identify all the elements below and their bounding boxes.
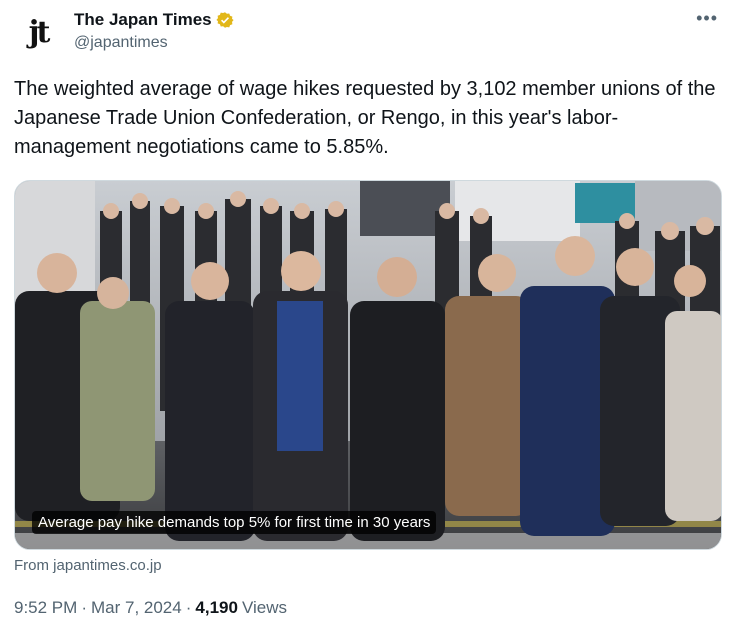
meta-separator: · xyxy=(185,598,192,617)
views-count: 4,190 xyxy=(195,598,238,617)
tweet-header: jt The Japan Times @japantimes ••• xyxy=(14,6,722,58)
card-image xyxy=(15,181,721,549)
link-card[interactable]: Average pay hike demands top 5% for firs… xyxy=(14,180,722,550)
display-name[interactable]: The Japan Times xyxy=(74,10,212,30)
source-prefix: From xyxy=(14,557,49,574)
verified-badge-icon xyxy=(216,12,234,28)
more-horizontal-icon[interactable]: ••• xyxy=(696,8,718,29)
avatar-logo: jt xyxy=(28,14,51,50)
tweet-time[interactable]: 9:52 PM xyxy=(14,598,77,618)
source-domain[interactable]: japantimes.co.jp xyxy=(53,557,161,574)
tweet: jt The Japan Times @japantimes ••• The w… xyxy=(0,0,736,641)
name-row: The Japan Times xyxy=(74,9,234,31)
tweet-meta: 9:52 PM · Mar 7, 2024 · 4,190 Views xyxy=(14,598,287,618)
card-caption: Average pay hike demands top 5% for firs… xyxy=(32,511,437,534)
tweet-date[interactable]: Mar 7, 2024 xyxy=(91,598,182,618)
meta-separator: · xyxy=(81,598,87,617)
handle[interactable]: @japantimes xyxy=(74,34,234,52)
views-label: Views xyxy=(241,598,287,617)
card-source[interactable]: From japantimes.co.jp xyxy=(14,557,162,574)
tweet-text: The weighted average of wage hikes reque… xyxy=(14,78,716,158)
avatar[interactable]: jt xyxy=(14,8,62,56)
author-info: The Japan Times @japantimes xyxy=(74,9,234,52)
